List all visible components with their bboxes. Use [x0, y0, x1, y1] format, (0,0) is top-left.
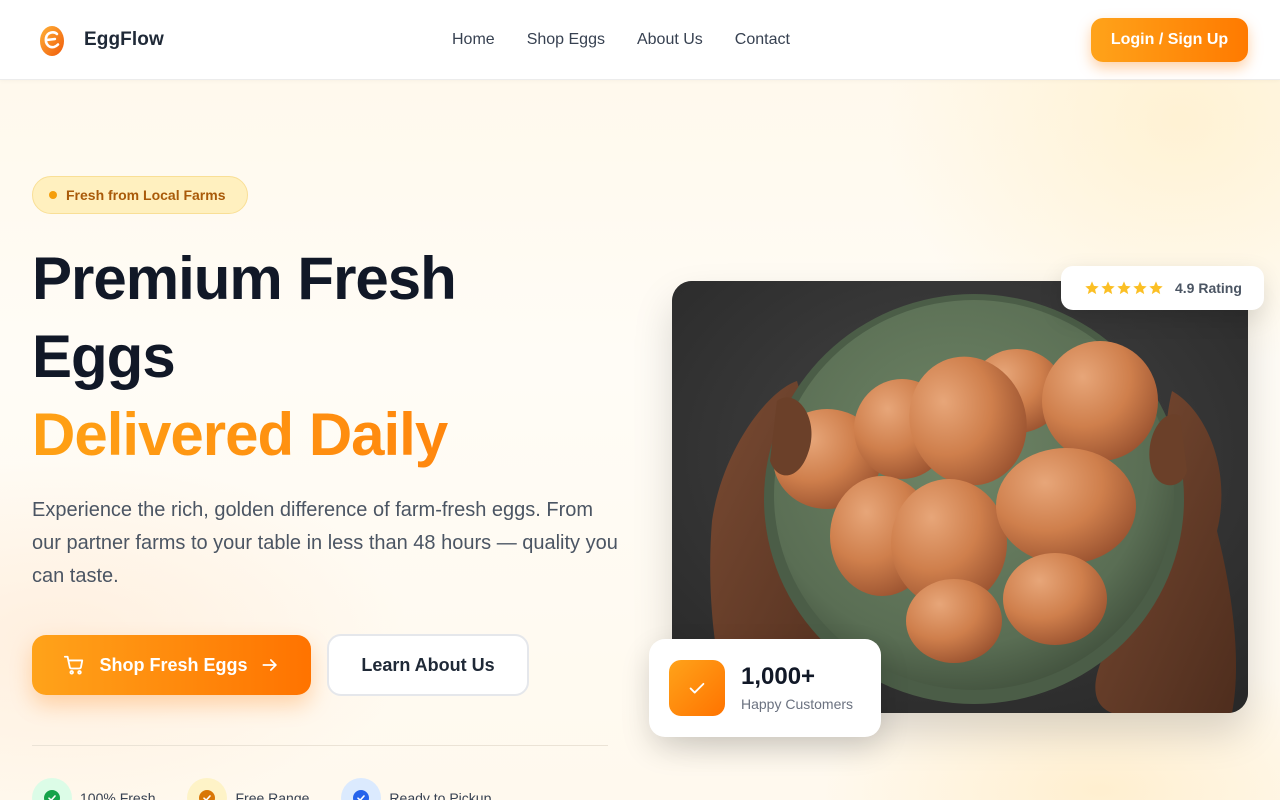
star-icon — [1085, 281, 1099, 295]
main-nav: Home Shop Eggs About Us Contact — [452, 28, 822, 52]
nav-link-home[interactable]: Home — [452, 28, 495, 52]
egg-logo-icon — [40, 26, 64, 56]
badge-dot-icon — [49, 191, 57, 199]
hero-title: Premium Fresh Eggs Delivered Daily — [32, 240, 632, 474]
feature-item-free-range: Free Range — [187, 778, 309, 800]
customers-label: Happy Customers — [741, 696, 854, 712]
star-icon — [1133, 281, 1147, 295]
arrow-right-icon — [262, 659, 277, 671]
shop-fresh-eggs-button[interactable]: Shop Fresh Eggs — [32, 635, 311, 695]
nav-link-contact[interactable]: Contact — [735, 28, 790, 52]
hero-description: Experience the rich, golden difference o… — [32, 499, 618, 587]
feature-label: Free Range — [235, 790, 310, 800]
feature-list: 100% Fresh Free Range Ready to Pickup — [32, 778, 523, 800]
login-signup-button[interactable]: Login / Sign Up — [1091, 18, 1248, 62]
nav-link-about-us[interactable]: About Us — [637, 28, 703, 52]
customers-count: 1,000+ — [741, 663, 816, 690]
nav-link-shop-eggs[interactable]: Shop Eggs — [527, 28, 605, 52]
feature-item-fresh: 100% Fresh — [32, 778, 155, 800]
badge-text: Fresh from Local Farms — [66, 187, 226, 203]
cart-icon — [64, 655, 84, 675]
fresh-badge: Fresh from Local Farms — [32, 176, 248, 214]
hero-title-line-2: Eggs — [32, 323, 176, 390]
feature-label: 100% Fresh — [80, 790, 156, 800]
rating-stars — [1084, 280, 1164, 296]
shop-fresh-eggs-label: Shop Fresh Eggs — [99, 654, 248, 675]
star-icon — [1149, 281, 1163, 295]
check-circle-icon — [187, 778, 228, 800]
check-circle-icon — [341, 778, 382, 800]
customers-card: 1,000+ Happy Customers — [649, 639, 881, 737]
hero-title-line-1: Premium Fresh — [32, 245, 457, 312]
feature-item-pickup: Ready to Pickup — [341, 778, 491, 800]
star-icon — [1117, 281, 1131, 295]
rating-label: 4.9 Rating — [1175, 280, 1242, 296]
brand-name: EggFlow — [84, 29, 164, 50]
brand[interactable]: EggFlow — [36, 22, 164, 58]
rating-card: 4.9 Rating — [1061, 266, 1264, 310]
learn-about-us-button[interactable]: Learn About Us — [327, 634, 529, 696]
star-icon — [1101, 281, 1115, 295]
top-navbar: EggFlow Home Shop Eggs About Us Contact … — [0, 0, 1280, 80]
hero-title-highlight: Delivered Daily — [32, 396, 632, 474]
hero-divider — [32, 745, 608, 746]
check-circle-icon — [32, 778, 72, 800]
check-icon — [669, 660, 725, 716]
feature-label: Ready to Pickup — [389, 790, 492, 800]
